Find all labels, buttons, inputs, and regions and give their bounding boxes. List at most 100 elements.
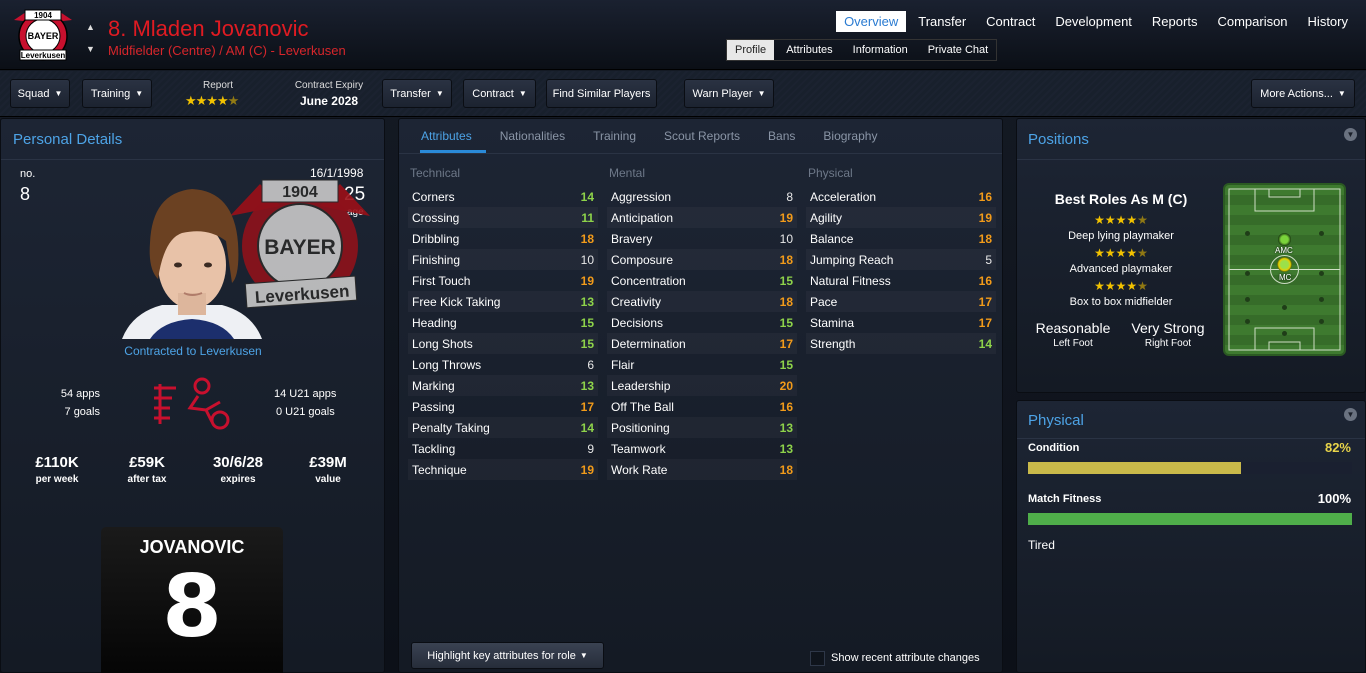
attribute-row[interactable]: Bravery 10 [607,228,797,249]
attribute-value: 16 [978,189,992,204]
player-title: 8. Mladen Jovanovic [108,16,309,41]
more-actions-button[interactable]: More Actions... ▼ [1251,79,1355,108]
squad-label: Squad [17,87,50,100]
toolbar: Squad ▼ Training ▼ Report ★★★★★ Contract E… [0,71,1366,117]
attribute-value: 13 [779,441,793,456]
attribute-value: 17 [779,336,793,351]
nav-reports[interactable]: Reports [1144,11,1206,32]
highlight-key-attributes-button[interactable]: Highlight key attributes for role ▼ [411,642,604,669]
attribute-value: 8 [786,189,793,204]
attribute-name: Off The Ball [611,399,674,414]
attribute-row[interactable]: Agility 19 [806,207,996,228]
nav-overview[interactable]: Overview [836,11,907,32]
attribute-name: Jumping Reach [810,252,894,267]
attribute-row[interactable]: Flair 15 [607,354,797,375]
attribute-row[interactable]: Passing 17 [408,396,598,417]
chevron-down-icon: ▼ [757,89,766,98]
attribute-row[interactable]: Tackling 9 [408,438,598,459]
player-arrows: ▲ ▼ [86,16,95,60]
contracted-to-link[interactable]: Contracted to Leverkusen [100,344,286,358]
position-amc-marker [1278,233,1291,246]
attribute-row[interactable]: Technique 19 [408,459,598,480]
attribute-row[interactable]: Finishing 10 [408,249,598,270]
attribute-row[interactable]: First Touch 19 [408,270,598,291]
attribute-name: Corners [412,189,455,204]
position-amc-label: AMC [1275,246,1293,255]
warn-player-button[interactable]: Warn Player ▼ [684,79,774,108]
match-fitness-label: Match Fitness [1028,493,1102,505]
nav-contract[interactable]: Contract [978,11,1043,32]
attribute-row[interactable]: Off The Ball 16 [607,396,797,417]
next-player-arrow-icon[interactable]: ▼ [86,38,95,60]
attribute-row[interactable]: Leadership 20 [607,375,797,396]
attribute-row[interactable]: Long Throws 6 [408,354,598,375]
tab-bans[interactable]: Bans [768,127,809,153]
attribute-name: Creativity [611,294,662,309]
attribute-row[interactable]: Crossing 11 [408,207,598,228]
attribute-row[interactable]: Pace 17 [806,291,996,312]
attribute-row[interactable]: Acceleration 16 [806,186,996,207]
best-roles-title: Best Roles As M (C) [1054,191,1188,207]
attribute-name: Long Throws [412,357,482,372]
subnav-profile[interactable]: Profile [727,40,775,60]
nav-history[interactable]: History [1300,11,1356,32]
attribute-row[interactable]: Positioning 13 [607,417,797,438]
nav-comparison[interactable]: Comparison [1209,11,1295,32]
chevron-down-icon: ▼ [435,89,444,98]
squad-button[interactable]: Squad ▼ [10,79,70,108]
crest-club: Leverkusen [21,51,66,60]
previous-player-arrow-icon[interactable]: ▲ [86,16,95,38]
attribute-row[interactable]: Composure 18 [607,249,797,270]
attribute-row[interactable]: Free Kick Taking 13 [408,291,598,312]
attribute-row[interactable]: Aggression 8 [607,186,797,207]
attribute-row[interactable]: Decisions 15 [607,312,797,333]
contract-button[interactable]: Contract ▼ [463,79,536,108]
attribute-value: 18 [580,231,594,246]
tab-attributes[interactable]: Attributes [420,127,486,153]
nav-transfer[interactable]: Transfer [910,11,974,32]
attribute-row[interactable]: Corners 14 [408,186,598,207]
contract-label: Contract [472,87,514,100]
attribute-row[interactable]: Dribbling 18 [408,228,598,249]
attribute-row[interactable]: Teamwork 13 [607,438,797,459]
attribute-row[interactable]: Determination 17 [607,333,797,354]
subnav-information[interactable]: Information [845,40,916,60]
collapse-icon[interactable]: ▼ [1344,128,1357,141]
attribute-row[interactable]: Stamina 17 [806,312,996,333]
nav-development[interactable]: Development [1047,11,1140,32]
attribute-row[interactable]: Balance 18 [806,228,996,249]
attribute-row[interactable]: Anticipation 19 [607,207,797,228]
tab-biography[interactable]: Biography [823,127,891,153]
attribute-name: Technique [412,462,467,477]
attribute-value: 15 [580,315,594,330]
attribute-row[interactable]: Long Shots 15 [408,333,598,354]
contract-expiry-value: June 2028 [299,94,359,108]
attribute-row[interactable]: Concentration 15 [607,270,797,291]
attribute-row[interactable]: Strength 14 [806,333,996,354]
attribute-value: 6 [587,357,594,372]
find-similar-players-button[interactable]: Find Similar Players [546,79,657,108]
subnav-attributes[interactable]: Attributes [778,40,840,60]
attribute-row[interactable]: Work Rate 18 [607,459,797,480]
attribute-row[interactable]: Jumping Reach 5 [806,249,996,270]
attribute-row[interactable]: Marking 13 [408,375,598,396]
collapse-icon[interactable]: ▼ [1344,408,1357,421]
show-recent-changes-checkbox[interactable] [810,651,825,666]
attribute-name: Marking [412,378,455,393]
attribute-value: 19 [580,273,594,288]
attribute-row[interactable]: Heading 15 [408,312,598,333]
transfer-button[interactable]: Transfer ▼ [382,79,452,108]
tab-nationalities[interactable]: Nationalities [500,127,579,153]
attribute-row[interactable]: Creativity 18 [607,291,797,312]
tab-training[interactable]: Training [593,127,650,153]
club-crest-icon[interactable]: 1904 BAYER Leverkusen [8,8,78,62]
attribute-row[interactable]: Natural Fitness 16 [806,270,996,291]
attribute-value: 13 [580,378,594,393]
report-stars[interactable]: ★★★★★ [185,93,239,109]
tab-scout-reports[interactable]: Scout Reports [664,127,754,153]
chevron-down-icon: ▼ [1337,89,1346,98]
attribute-row[interactable]: Penalty Taking 14 [408,417,598,438]
training-button[interactable]: Training ▼ [82,79,152,108]
attribute-name: Passing [412,399,455,414]
subnav-private-chat[interactable]: Private Chat [920,40,997,60]
